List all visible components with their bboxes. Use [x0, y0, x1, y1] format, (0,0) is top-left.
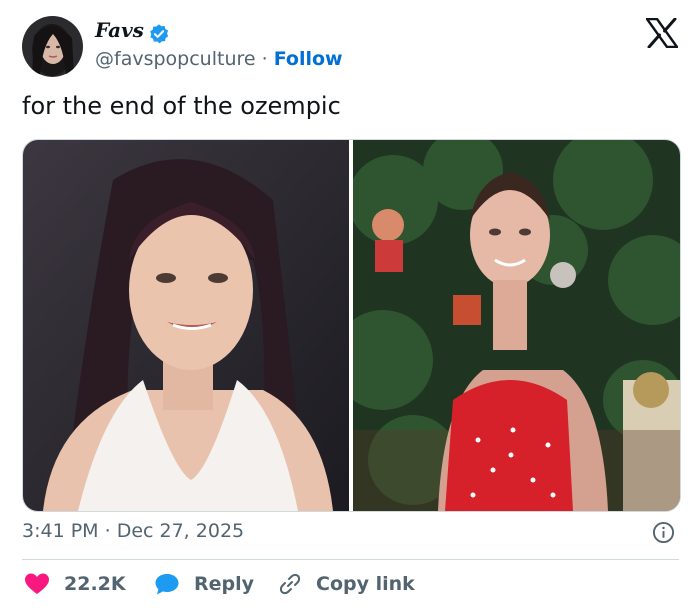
photo-left[interactable] — [23, 140, 349, 511]
tweet-time: 3:41 PM — [22, 520, 99, 542]
avatar[interactable] — [22, 16, 83, 77]
link-icon — [279, 573, 301, 595]
reply-label: Reply — [194, 573, 255, 595]
x-logo-icon[interactable] — [646, 18, 678, 48]
tweet-text: for the end of the ozempic — [22, 92, 341, 120]
handle-row: @favspopculture · Follow — [95, 48, 343, 70]
like-button[interactable]: 22.2K — [24, 568, 126, 600]
like-count: 22.2K — [64, 573, 126, 595]
timestamp-separator: · — [104, 520, 111, 542]
heart-icon — [25, 573, 49, 594]
author-handle[interactable]: @favspopculture — [95, 48, 256, 70]
display-name[interactable]: Favs — [95, 18, 144, 42]
media-grid[interactable] — [22, 139, 681, 512]
copy-link-label: Copy link — [316, 573, 415, 595]
follow-button[interactable]: Follow — [274, 48, 343, 70]
avatar-photo — [22, 16, 83, 77]
divider — [22, 559, 679, 560]
copy-link-button[interactable]: Copy link — [278, 568, 415, 600]
info-icon[interactable] — [652, 521, 675, 544]
photo-right[interactable] — [353, 140, 680, 511]
reply-bubble-icon — [155, 574, 179, 595]
handle-separator: · — [261, 48, 268, 70]
reply-button[interactable]: Reply — [154, 568, 254, 600]
tweet-date: Dec 27, 2025 — [116, 520, 245, 542]
tweet-timestamp[interactable]: 3:41 PM · Dec 27, 2025 — [22, 520, 244, 542]
verified-badge-icon — [150, 24, 169, 44]
